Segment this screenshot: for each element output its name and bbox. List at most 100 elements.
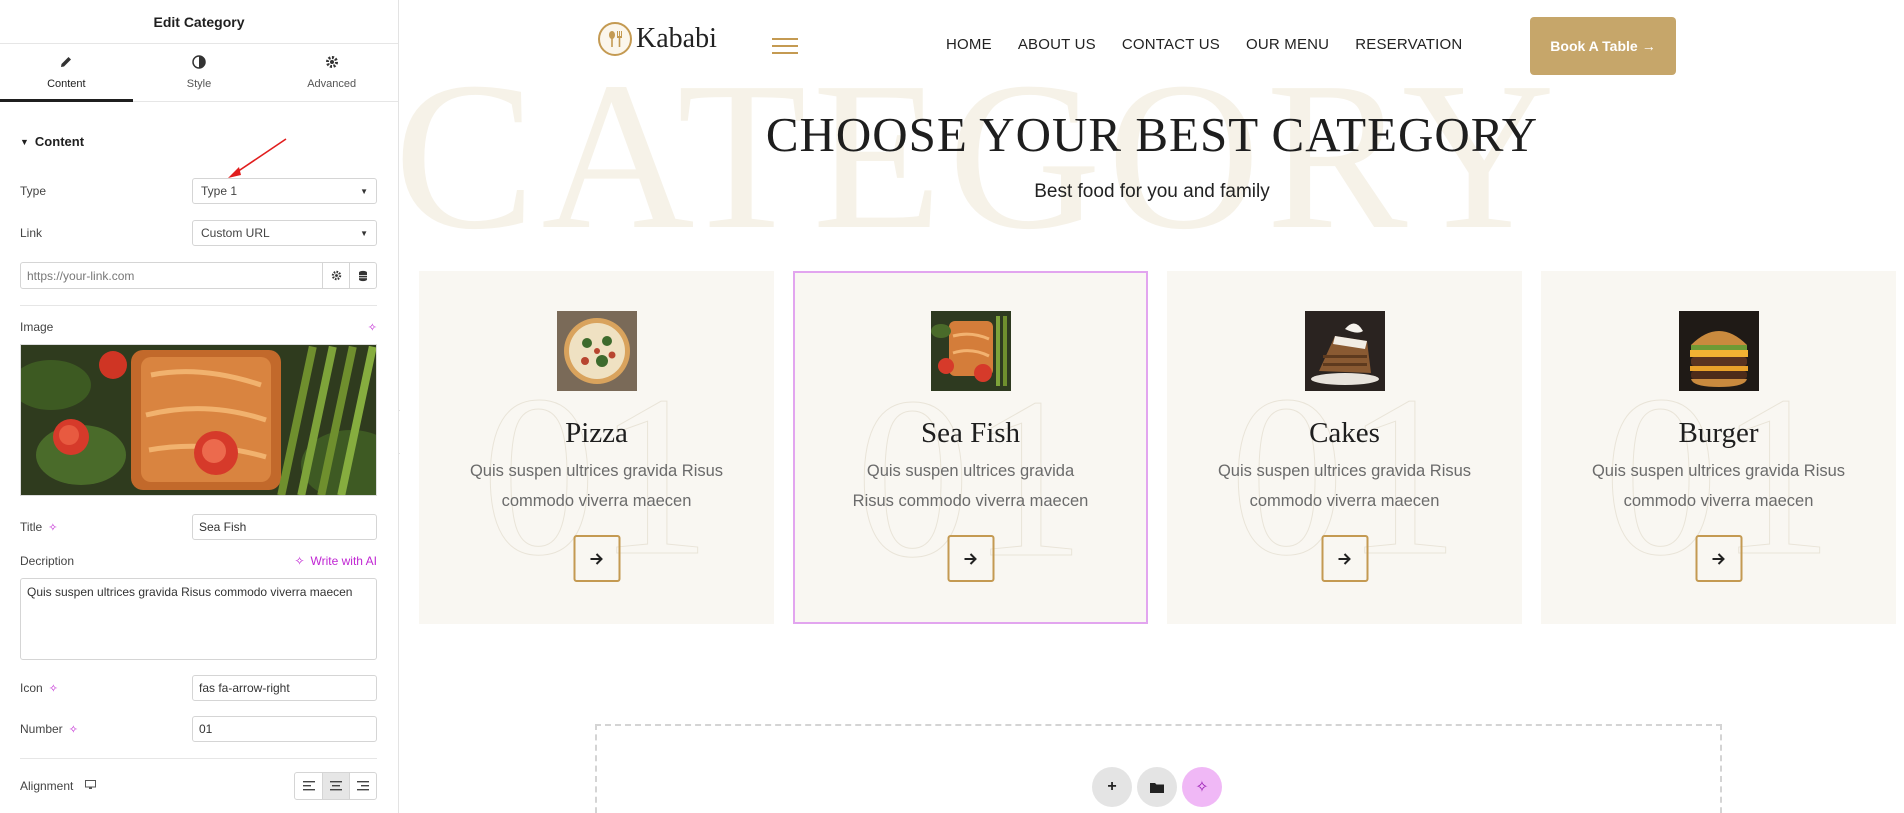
burger-image bbox=[1678, 311, 1759, 391]
type-select-value: Type 1 bbox=[201, 184, 238, 198]
alignment-row: Alignment bbox=[20, 772, 377, 800]
tab-content[interactable]: Content bbox=[0, 44, 133, 102]
card-title: Cakes bbox=[1309, 417, 1380, 449]
logo-text: Kababi bbox=[636, 23, 717, 54]
type-label: Type bbox=[20, 184, 47, 198]
ai-sparkle-icon[interactable]: ✧ bbox=[48, 521, 57, 534]
category-card-pizza[interactable]: 01 Pizza Quis suspen ultrices gravida Ri… bbox=[419, 271, 774, 624]
alignment-label-text: Alignment bbox=[20, 779, 74, 793]
nav-item-menu[interactable]: OUR MENU bbox=[1246, 36, 1329, 53]
type-select[interactable]: Type 1 ▼ bbox=[192, 178, 377, 204]
link-options-gear-icon[interactable] bbox=[322, 263, 349, 288]
hamburger-menu-icon[interactable] bbox=[772, 38, 798, 54]
folder-icon bbox=[1150, 782, 1164, 793]
image-preview-salmon[interactable] bbox=[20, 344, 377, 496]
add-template-button[interactable] bbox=[1137, 767, 1177, 807]
gear-icon bbox=[325, 55, 339, 73]
url-input[interactable]: https://your-link.com bbox=[21, 263, 322, 288]
card-arrow-button[interactable] bbox=[947, 535, 994, 582]
tab-style[interactable]: Style bbox=[133, 44, 266, 101]
desktop-icon[interactable] bbox=[85, 779, 97, 793]
content-section-toggle[interactable]: ▼ Content bbox=[20, 134, 84, 149]
image-row: Image ✧ bbox=[20, 320, 377, 334]
align-left-button[interactable] bbox=[295, 773, 322, 799]
card-title: Sea Fish bbox=[920, 417, 1021, 449]
editor-panel: Edit Category Content Style Advanced ▼ C… bbox=[0, 0, 399, 813]
category-card-sea-fish[interactable]: 01 Sea Fish Quis suspen ultrices gravida… bbox=[793, 271, 1148, 624]
alignment-field-label: Alignment bbox=[20, 779, 97, 793]
ai-generate-button[interactable]: ✧ bbox=[1182, 767, 1222, 807]
link-select-value: Custom URL bbox=[201, 226, 270, 240]
card-title: Pizza bbox=[565, 417, 628, 449]
dropdown-arrow-icon: ▼ bbox=[360, 228, 368, 238]
cakes-image bbox=[1304, 311, 1385, 391]
nav-item-contact[interactable]: CONTACT US bbox=[1122, 36, 1220, 53]
dynamic-tags-database-icon[interactable] bbox=[349, 263, 376, 288]
ai-sparkle-icon[interactable]: ✧ bbox=[69, 723, 78, 736]
link-select[interactable]: Custom URL ▼ bbox=[192, 220, 377, 246]
page-preview: CATEGORY Kababi HOME ABOUT US CONTACT US… bbox=[400, 0, 1904, 813]
align-center-icon bbox=[330, 781, 342, 791]
description-textarea[interactable]: Quis suspen ultrices gravida Risus commo… bbox=[20, 578, 377, 660]
number-row: Number ✧ 01 bbox=[20, 716, 377, 742]
card-description: Quis suspen ultrices gravida Risus commo… bbox=[852, 462, 1089, 510]
add-section-button[interactable]: + bbox=[1092, 767, 1132, 807]
icon-label-text: Icon bbox=[20, 681, 43, 695]
section-heading: CHOOSE YOUR BEST CATEGORY bbox=[765, 107, 1539, 162]
book-table-label: Book A Table bbox=[1550, 38, 1638, 54]
link-label: Link bbox=[20, 226, 43, 240]
card-arrow-button[interactable] bbox=[1695, 535, 1742, 582]
card-arrow-button[interactable] bbox=[1321, 535, 1368, 582]
icon-input[interactable]: fas fa-arrow-right bbox=[192, 675, 377, 701]
title-field-label: Title ✧ bbox=[20, 520, 57, 534]
card-description: Quis suspen ultrices gravida Risus commo… bbox=[1217, 462, 1472, 510]
ai-sparkle-icon: ✧ bbox=[1195, 779, 1209, 796]
number-label-text: Number bbox=[20, 722, 63, 736]
description-row: Decription ✧ Write with AI bbox=[20, 554, 377, 568]
category-card-burger[interactable]: 01 Burger Quis suspen ultrices gravida R… bbox=[1541, 271, 1896, 624]
main-nav: HOME ABOUT US CONTACT US OUR MENU RESERV… bbox=[946, 36, 1462, 53]
align-left-icon bbox=[302, 781, 315, 791]
ai-sparkle-icon[interactable]: ✧ bbox=[49, 682, 58, 695]
title-label-text: Title bbox=[20, 520, 43, 534]
nav-item-home[interactable]: HOME bbox=[946, 36, 992, 53]
sea-fish-image bbox=[930, 311, 1011, 391]
title-row: Title ✧ Sea Fish bbox=[20, 514, 377, 540]
tab-advanced-label: Advanced bbox=[307, 78, 357, 90]
nav-item-about[interactable]: ABOUT US bbox=[1018, 36, 1096, 53]
description-label: Decription bbox=[20, 554, 75, 568]
nav-item-reservation[interactable]: RESERVATION bbox=[1355, 36, 1462, 53]
type-row: Type Type 1 ▼ bbox=[20, 178, 377, 204]
tab-advanced[interactable]: Advanced bbox=[265, 44, 398, 101]
book-table-button[interactable]: Book A Table → bbox=[1530, 17, 1676, 75]
pizza-image bbox=[556, 311, 637, 391]
card-title: Burger bbox=[1678, 417, 1759, 449]
fork-spoon-icon bbox=[598, 22, 632, 56]
align-center-button[interactable] bbox=[322, 773, 349, 799]
write-with-ai-label: Write with AI bbox=[310, 554, 377, 568]
divider bbox=[20, 305, 377, 306]
arrow-right-icon: → bbox=[1641, 38, 1656, 54]
number-field-label: Number ✧ bbox=[20, 722, 78, 736]
write-with-ai-button[interactable]: ✧ Write with AI bbox=[294, 554, 377, 568]
pencil-icon bbox=[59, 55, 73, 73]
contrast-icon bbox=[192, 55, 206, 73]
caret-down-icon: ▼ bbox=[20, 136, 29, 147]
icon-row: Icon ✧ fas fa-arrow-right bbox=[20, 675, 377, 701]
plus-icon: + bbox=[1107, 778, 1117, 795]
url-field: https://your-link.com bbox=[20, 262, 377, 289]
ai-sparkle-icon: ✧ bbox=[294, 554, 305, 568]
title-input[interactable]: Sea Fish bbox=[192, 514, 377, 540]
number-input[interactable]: 01 bbox=[192, 716, 377, 742]
image-label: Image bbox=[20, 320, 54, 334]
align-right-button[interactable] bbox=[349, 773, 376, 799]
card-arrow-button[interactable] bbox=[573, 535, 620, 582]
alignment-buttons bbox=[294, 772, 377, 800]
arrow-right-icon bbox=[1712, 552, 1725, 565]
category-card-cakes[interactable]: 01 Cakes Quis suspen ultrices gravida Ri… bbox=[1167, 271, 1522, 624]
annotation-arrow bbox=[228, 138, 287, 178]
ai-sparkle-icon[interactable]: ✧ bbox=[368, 321, 377, 334]
panel-title: Edit Category bbox=[0, 0, 398, 44]
site-logo[interactable]: Kababi bbox=[598, 22, 717, 56]
section-subheading: Best food for you and family bbox=[1034, 181, 1270, 202]
